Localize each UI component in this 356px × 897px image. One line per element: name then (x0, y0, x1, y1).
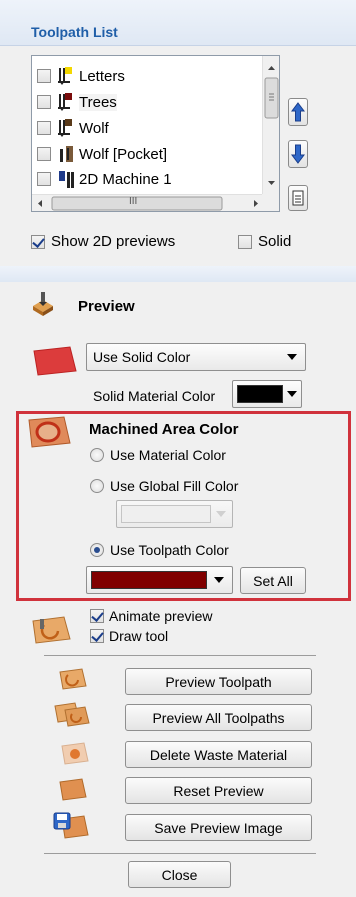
set-all-button[interactable]: Set All (240, 567, 306, 594)
hscroll-grip: III (129, 196, 138, 207)
move-up-button[interactable] (288, 98, 308, 126)
profile-toolpath-icon (55, 92, 79, 112)
machined-area-title: Machined Area Color (89, 421, 239, 438)
separator (44, 655, 316, 656)
toolpath-label: Trees (79, 93, 117, 111)
preview-toolpath-icon (58, 668, 88, 693)
close-button[interactable]: Close (128, 861, 231, 888)
solid-checkbox[interactable] (238, 234, 252, 249)
use-toolpath-color-option[interactable]: Use Toolpath Color (90, 542, 229, 558)
use-global-fill-radio[interactable] (90, 479, 104, 493)
solid-color-icon (30, 345, 78, 380)
global-fill-color-swatch (121, 505, 211, 523)
color-mode-value: Use Solid Color (93, 349, 191, 365)
chevron-down-icon (214, 577, 224, 583)
solid-material-color-swatch (237, 385, 283, 403)
use-toolpath-color-label: Use Toolpath Color (110, 542, 229, 558)
toolpath-checkbox[interactable] (37, 172, 51, 186)
toolpath-item[interactable]: Letters (37, 64, 125, 88)
profile-toolpath-icon (55, 118, 79, 138)
solid-material-color-label: Solid Material Color (93, 388, 216, 404)
toolpath-checkbox[interactable] (37, 147, 51, 161)
preview-all-toolpaths-icon (53, 702, 93, 731)
separator (44, 853, 316, 854)
toolpath-item[interactable]: 2D Machine 1 (37, 168, 172, 190)
toolpath-list-header: Toolpath List (0, 0, 356, 46)
toolpath-checkbox[interactable] (37, 69, 51, 83)
use-toolpath-color-radio[interactable] (90, 543, 104, 557)
toolpath-properties-button[interactable] (288, 185, 308, 211)
animate-preview-label: Animate preview (109, 608, 213, 624)
toolpath-item[interactable]: Wolf [Pocket] (37, 142, 167, 166)
save-preview-image-button[interactable]: Save Preview Image (125, 814, 312, 841)
animate-preview-checkbox[interactable] (90, 609, 104, 623)
toolpath-item[interactable]: Wolf (37, 116, 109, 140)
save-preview-image-icon (52, 811, 92, 842)
arrow-up-icon (291, 102, 305, 122)
preview-title: Preview (78, 298, 135, 315)
global-fill-color-picker (116, 500, 233, 528)
toolpath-color-swatch (91, 571, 207, 589)
use-material-color-radio[interactable] (90, 448, 104, 462)
list-vertical-scrollbar[interactable] (262, 56, 279, 195)
document-icon (292, 190, 304, 206)
pocket-toolpath-icon (55, 144, 79, 164)
color-mode-select[interactable]: Use Solid Color (86, 343, 306, 371)
toolpath-listbox[interactable]: Letters Trees Wolf Wolf [Pocket] 2D Mach… (31, 55, 280, 212)
reset-preview-button[interactable]: Reset Preview (125, 777, 312, 804)
toolpath-checkbox[interactable] (37, 121, 51, 135)
chevron-down-icon (216, 511, 226, 517)
show-2d-previews-checkbox[interactable] (31, 234, 45, 249)
delete-waste-material-button[interactable]: Delete Waste Material (125, 741, 312, 768)
show-2d-previews-label: Show 2D previews (51, 233, 176, 250)
use-global-fill-option[interactable]: Use Global Fill Color (90, 478, 238, 494)
solid-option[interactable]: Solid (238, 233, 291, 250)
toolpath-label: Letters (79, 67, 125, 85)
toolpath-color-picker[interactable] (86, 566, 233, 594)
preview-toolpath-button[interactable]: Preview Toolpath (125, 668, 312, 695)
solid-label: Solid (258, 233, 292, 250)
use-global-fill-label: Use Global Fill Color (110, 478, 239, 494)
toolpath-label: 2D Machine 1 (79, 170, 172, 188)
list-horizontal-scrollbar[interactable]: III (32, 194, 279, 211)
chevron-down-icon (287, 354, 297, 360)
preview-all-toolpaths-button[interactable]: Preview All Toolpaths (125, 704, 312, 731)
animate-tool-icon (30, 615, 72, 648)
draw-tool-option[interactable]: Draw tool (90, 628, 168, 644)
machined-area-icon (26, 416, 72, 451)
draw-tool-checkbox[interactable] (90, 629, 104, 643)
solid-material-color-picker[interactable] (232, 380, 302, 408)
move-down-button[interactable] (288, 140, 308, 168)
profile-toolpath-icon (55, 66, 79, 86)
show-2d-previews-option[interactable]: Show 2D previews (31, 233, 175, 250)
2d-machine-toolpath-icon (55, 169, 79, 189)
draw-tool-label: Draw tool (109, 628, 169, 644)
reset-preview-icon (58, 778, 88, 805)
toolpath-list-title: Toolpath List (31, 24, 118, 40)
chevron-down-icon (287, 391, 297, 397)
preview-header-band (0, 266, 356, 282)
toolpath-label: Wolf [Pocket] (79, 145, 168, 163)
use-material-color-option[interactable]: Use Material Color (90, 447, 226, 463)
toolpath-item[interactable]: Trees (37, 90, 117, 114)
preview-section-icon (30, 291, 56, 320)
use-material-color-label: Use Material Color (110, 447, 226, 463)
arrow-down-icon (291, 144, 305, 164)
toolpath-label: Wolf (79, 119, 109, 137)
toolpath-checkbox[interactable] (37, 95, 51, 109)
delete-waste-icon (60, 742, 90, 769)
scrollbar-corner (262, 194, 279, 211)
animate-preview-option[interactable]: Animate preview (90, 608, 213, 624)
